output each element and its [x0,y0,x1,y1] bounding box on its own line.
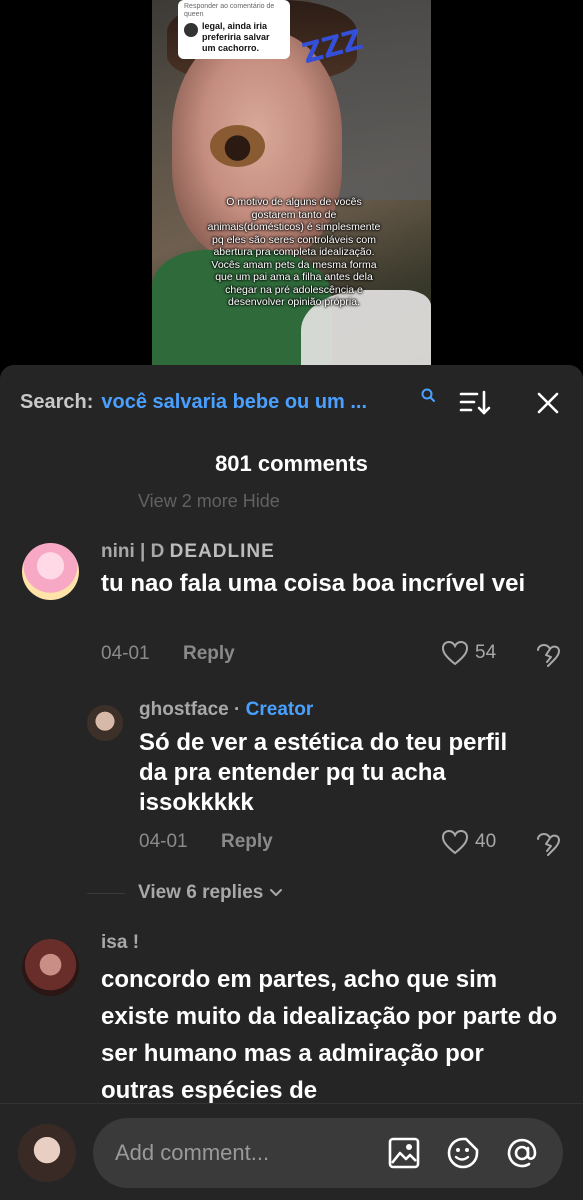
comment-text: tu nao fala uma coisa boa incrível vei [101,570,526,597]
reply-sticker-avatar [184,23,198,37]
video-caption-overlay: O motivo de alguns de vocês gostarem tan… [207,196,381,308]
view-replies-button[interactable]: View 6 replies [138,882,283,904]
sort-icon[interactable] [459,389,491,417]
collapsed-replies-hint: View 2 more Hide [138,491,280,507]
like-count: 54 [475,642,497,663]
comment-input[interactable]: Add comment... [93,1118,563,1188]
reply-username[interactable]: ghostface · Creator [139,699,313,721]
video-reply-sticker: Responder ao comentário de queen legal, … [178,0,290,59]
search-icon[interactable] [420,387,436,403]
my-avatar [18,1124,76,1182]
close-icon[interactable] [536,391,560,415]
comment-username[interactable]: isa ! [101,932,139,954]
reply-button[interactable]: Reply [221,831,273,853]
emoji-icon[interactable] [446,1136,480,1170]
comment-username[interactable]: nini | D DEADLINE [101,541,275,563]
like-button[interactable]: 54 [441,640,496,666]
comment-count: 801 comments [215,451,368,476]
comment-username-text: nini | D [101,541,165,562]
reply-sticker-text: legal, ainda iria preferiria salvar um c… [202,21,270,53]
reply-text: Só de ver a estética do teu perfil da pr… [139,729,508,816]
deadline-logo: DEADLINE [169,541,275,562]
reply-date: 04-01 [139,831,188,852]
comment-text: concordo em partes, acho que sim existe … [101,966,558,1104]
reply-sticker-user: queen [184,11,204,18]
comments-sheet: Search: você salvaria bebe ou um ... 801… [0,365,583,1200]
view-replies-label: View 6 replies [138,882,264,903]
reply-button[interactable]: Reply [183,643,235,665]
search-bar[interactable]: Search: você salvaria bebe ou um ... [20,391,367,414]
dislike-icon[interactable] [534,831,562,859]
search-query[interactable]: você salvaria bebe ou um ... [101,391,367,414]
chevron-down-icon [270,889,283,896]
reply-username-text: ghostface [139,699,229,720]
image-icon[interactable] [387,1136,421,1170]
comment-date: 04-01 [101,643,150,664]
dog-filter-nose [210,125,265,167]
avatar[interactable] [22,939,79,996]
search-label: Search: [20,391,94,413]
creator-avatar[interactable] [87,705,123,741]
like-button[interactable]: 40 [441,829,496,855]
thread-divider [87,893,125,894]
avatar[interactable] [22,543,79,600]
dislike-icon[interactable] [534,642,562,670]
creator-badge: Creator [245,699,314,720]
heart-icon [441,640,469,666]
reply-sticker-caption: Responder ao comentário de [184,3,275,10]
mention-icon[interactable] [505,1136,539,1170]
comment-composer-bar: Add comment... [0,1103,583,1200]
like-count: 40 [475,831,497,852]
heart-icon [441,829,469,855]
comment-input-placeholder: Add comment... [115,1140,270,1165]
creator-separator: · [234,699,241,720]
